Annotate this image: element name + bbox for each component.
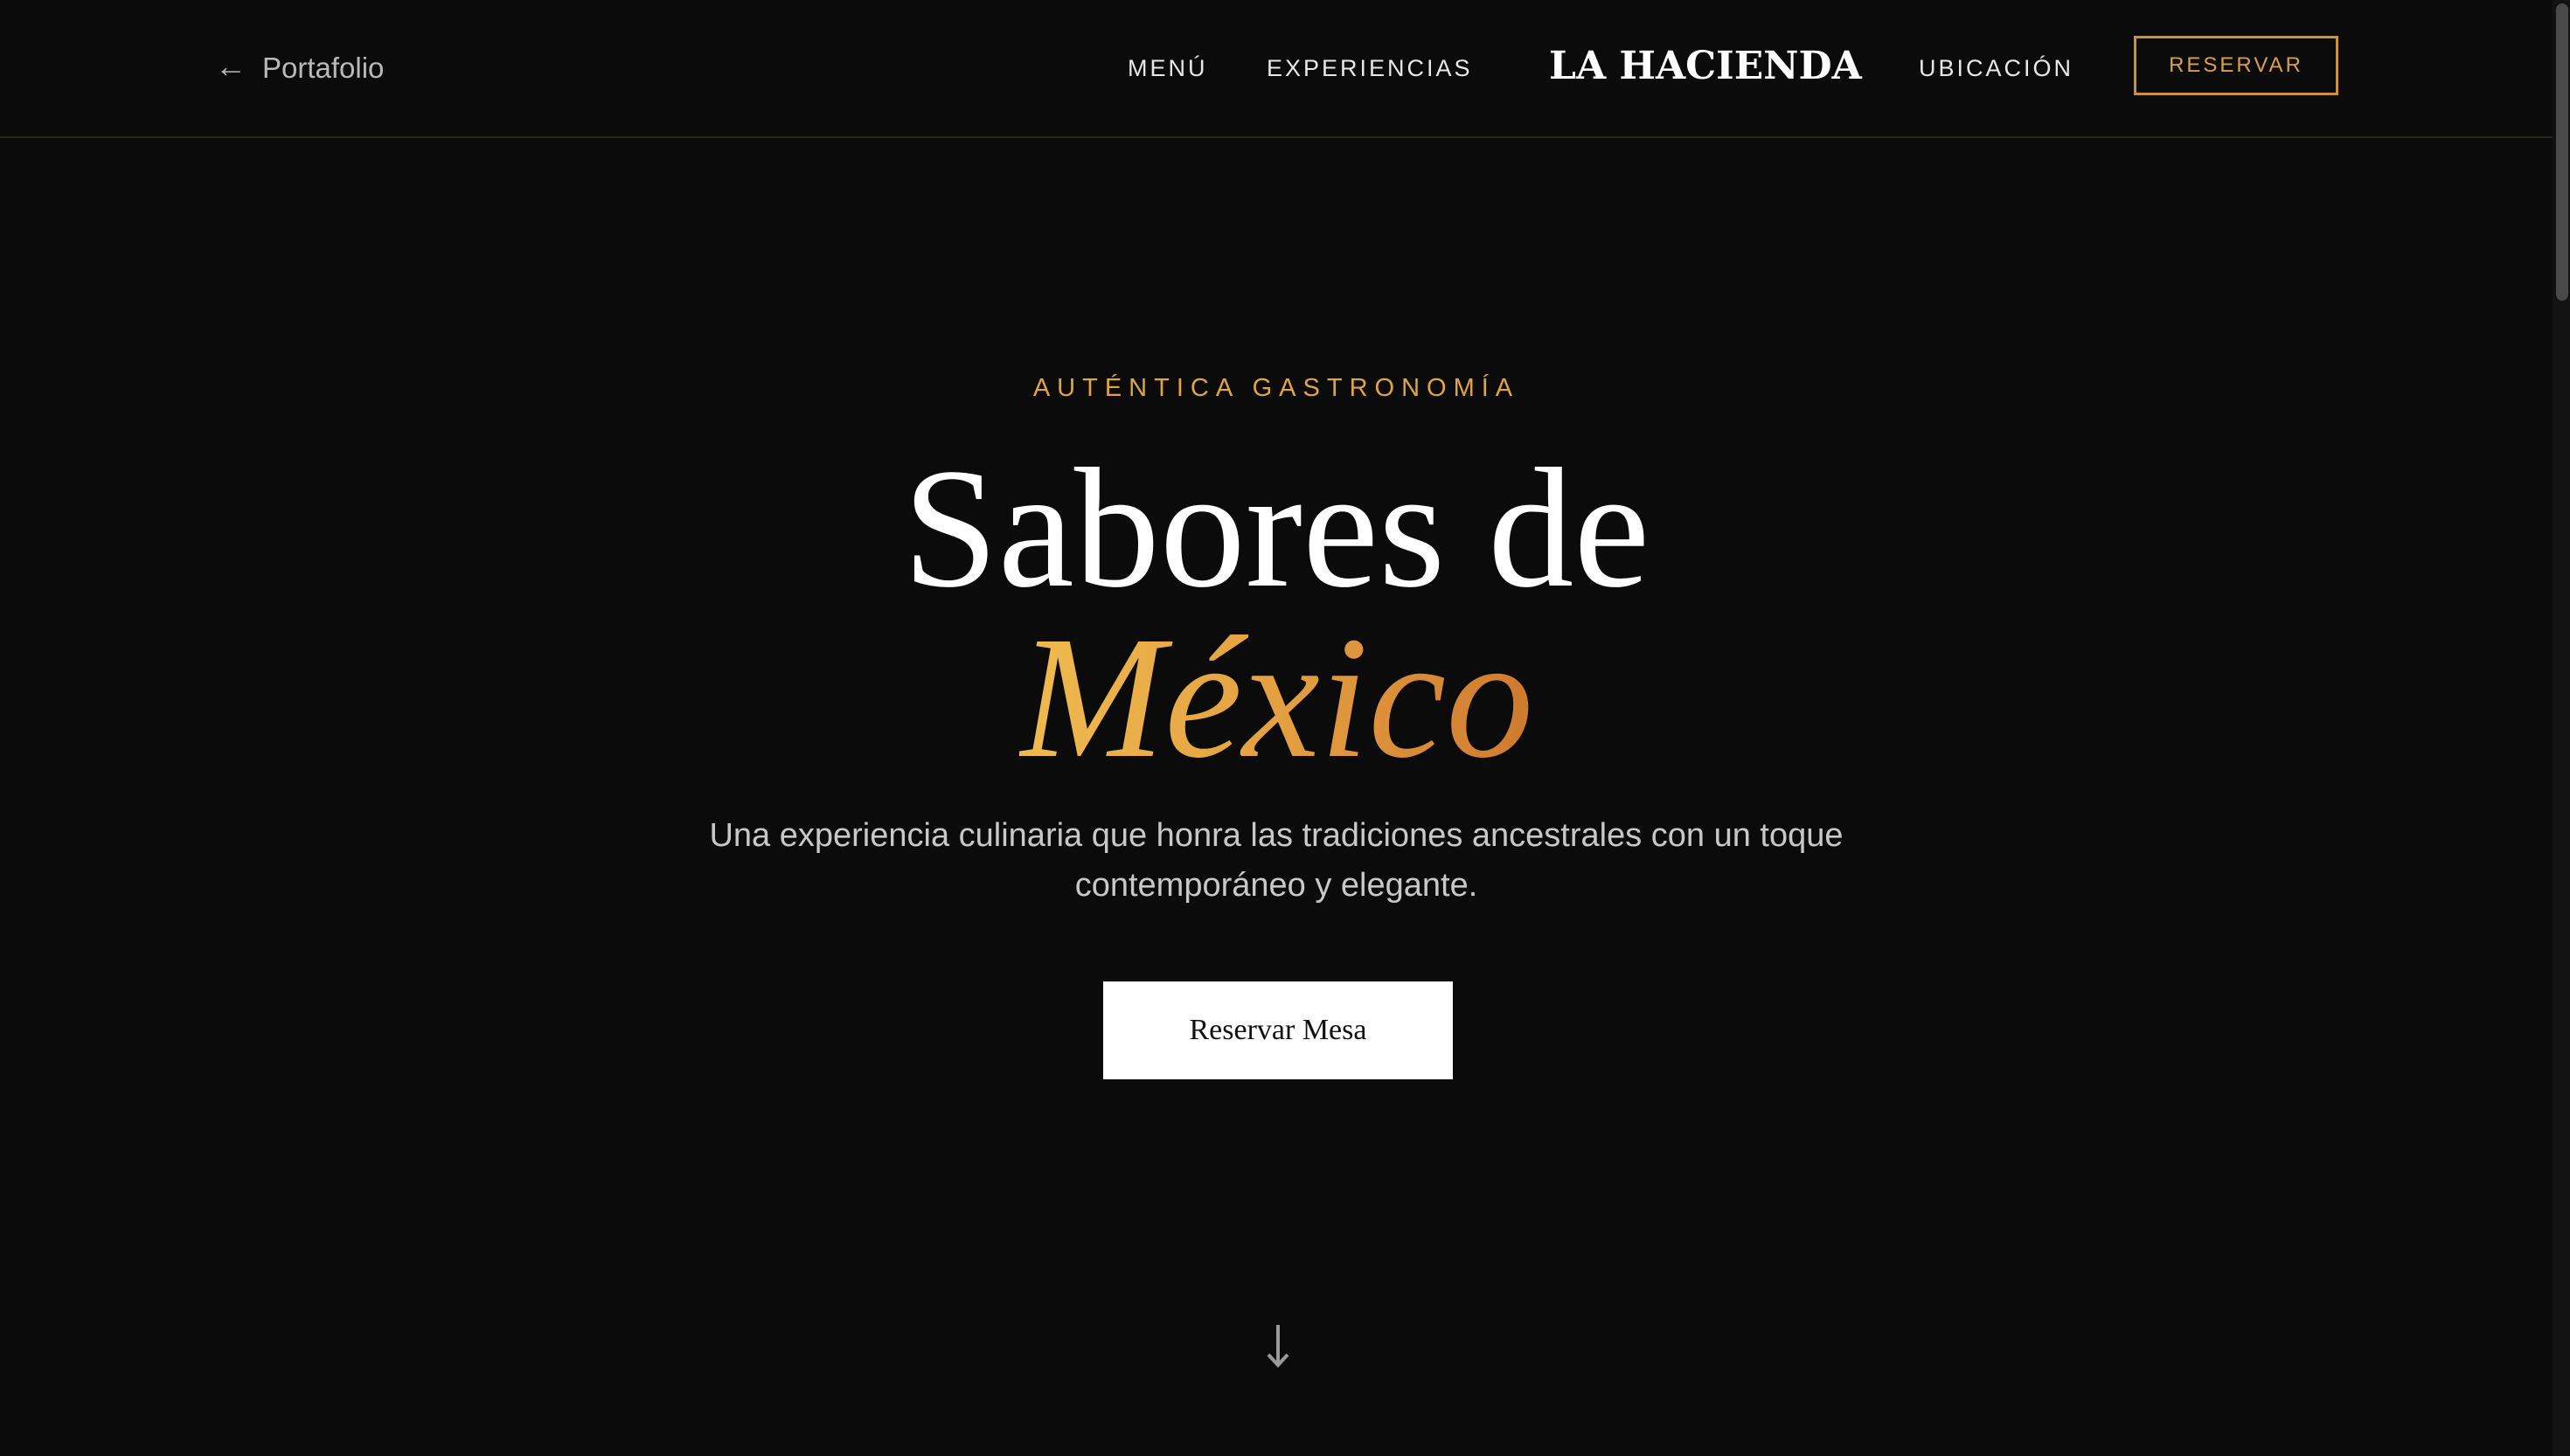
hero-title-line-1: Sabores de — [902, 433, 1650, 623]
hero-title-highlight: México — [1018, 601, 1534, 794]
scrollbar-thumb[interactable] — [2556, 3, 2568, 301]
hero-subtitle: Una experiencia culinaria que honra las … — [0, 811, 2553, 911]
page: ← Portafolio MENÚ EXPERIENCIAS LA HACIEN… — [0, 0, 2570, 1456]
arrow-down-icon — [1267, 1325, 1289, 1368]
scroll-down-indicator[interactable] — [1261, 1321, 1295, 1370]
vertical-scrollbar[interactable] — [2553, 0, 2570, 1456]
hero-subtitle-line-2: contemporáneo y elegante. — [1074, 867, 1478, 904]
hero-subtitle-line-1: Una experiencia culinaria que honra las … — [709, 817, 1844, 854]
reserve-table-label: Reservar Mesa — [1189, 1014, 1367, 1046]
hero-title-line-2: México — [0, 607, 2553, 790]
reserve-table-button[interactable]: Reservar Mesa — [1103, 981, 1453, 1079]
hero-section: AUTÉNTICA GASTRONOMÍA Sabores de México … — [0, 0, 2553, 1456]
hero-eyebrow: AUTÉNTICA GASTRONOMÍA — [1032, 374, 1520, 402]
